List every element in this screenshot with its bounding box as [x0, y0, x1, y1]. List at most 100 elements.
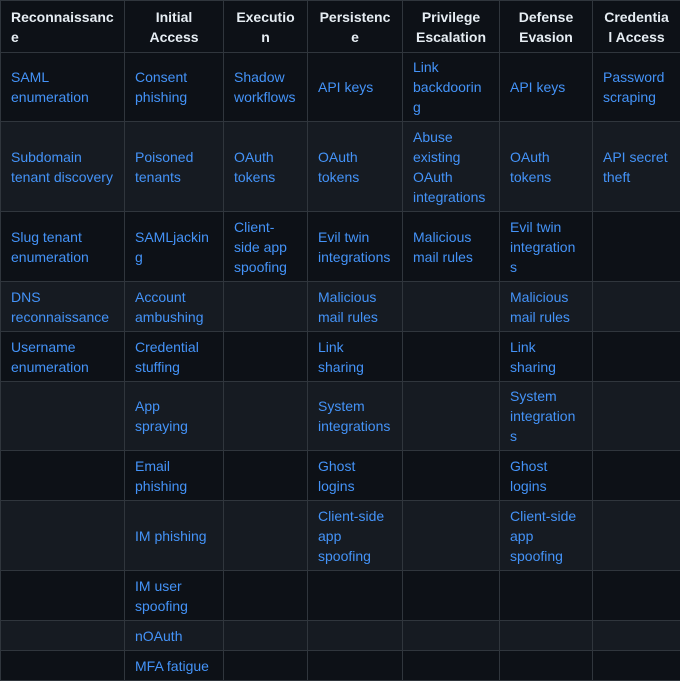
technique-link[interactable]: Slug tenant enumeration	[11, 229, 89, 265]
technique-link[interactable]: Subdomain tenant discovery	[11, 149, 113, 185]
technique-link[interactable]: MFA fatigue	[135, 658, 209, 674]
table-cell: OAuth tokens	[308, 122, 403, 212]
technique-link[interactable]: DNS reconnaissance	[11, 289, 109, 325]
technique-link[interactable]: API keys	[510, 79, 565, 95]
table-row: App spraying System integrations System …	[1, 382, 680, 451]
technique-link[interactable]: Client-side app spoofing	[510, 508, 576, 564]
table-cell: Client-side app spoofing	[224, 212, 308, 282]
table-cell: IM user spoofing	[125, 571, 224, 621]
table-cell	[593, 651, 680, 681]
technique-link[interactable]: Malicious mail rules	[510, 289, 570, 325]
header-row: Reconnaissance Initial Access Execution …	[1, 1, 680, 53]
technique-link[interactable]: nOAuth	[135, 628, 182, 644]
table-cell	[224, 282, 308, 332]
table-cell: Malicious mail rules	[403, 212, 500, 282]
table-cell: OAuth tokens	[500, 122, 593, 212]
table-cell: Credential stuffing	[125, 332, 224, 382]
technique-link[interactable]: IM user spoofing	[135, 578, 188, 614]
technique-link[interactable]: Client-side app spoofing	[234, 219, 287, 275]
table-cell: Malicious mail rules	[308, 282, 403, 332]
column-header-defense-evasion: Defense Evasion	[500, 1, 593, 53]
table-header: Reconnaissance Initial Access Execution …	[1, 1, 680, 53]
table-row: Username enumeration Credential stuffing…	[1, 332, 680, 382]
technique-link[interactable]: Abuse existing OAuth integrations	[413, 129, 485, 205]
technique-link[interactable]: Link sharing	[318, 339, 364, 375]
table-cell	[308, 571, 403, 621]
technique-link[interactable]: SAML enumeration	[11, 69, 89, 105]
technique-link[interactable]: Ghost logins	[510, 458, 547, 494]
technique-link[interactable]: Shadow workflows	[234, 69, 295, 105]
table-row: IM user spoofing	[1, 571, 680, 621]
technique-link[interactable]: Credential stuffing	[135, 339, 199, 375]
table-cell	[308, 621, 403, 651]
technique-link[interactable]: Evil twin integrations	[510, 219, 575, 275]
table-row: MFA fatigue	[1, 651, 680, 681]
table-cell	[224, 382, 308, 451]
table-row: SAML enumeration Consent phishing Shadow…	[1, 53, 680, 122]
table-cell: Email phishing	[125, 451, 224, 501]
table-cell: Ghost logins	[500, 451, 593, 501]
table-cell	[593, 451, 680, 501]
technique-link[interactable]: API keys	[318, 79, 373, 95]
technique-link[interactable]: Link sharing	[510, 339, 556, 375]
table-cell	[593, 282, 680, 332]
table-cell	[224, 501, 308, 571]
table-cell: SAML enumeration	[1, 53, 125, 122]
technique-link[interactable]: Link backdooring	[413, 59, 482, 115]
table-cell	[224, 571, 308, 621]
table-body: SAML enumeration Consent phishing Shadow…	[1, 53, 680, 681]
table-cell	[224, 651, 308, 681]
technique-link[interactable]: Consent phishing	[135, 69, 187, 105]
technique-link[interactable]: Account ambushing	[135, 289, 204, 325]
technique-link[interactable]: OAuth tokens	[234, 149, 275, 185]
technique-link[interactable]: System integrations	[510, 388, 575, 444]
table-cell: Client-side app spoofing	[308, 501, 403, 571]
table-cell	[224, 451, 308, 501]
table-cell	[403, 332, 500, 382]
table-cell	[403, 621, 500, 651]
column-header-persistence: Persistence	[308, 1, 403, 53]
technique-link[interactable]: System integrations	[318, 398, 390, 434]
technique-link[interactable]: Email phishing	[135, 458, 187, 494]
technique-link[interactable]: OAuth tokens	[318, 149, 359, 185]
table-cell	[500, 651, 593, 681]
table-cell	[593, 621, 680, 651]
technique-link[interactable]: SAMLjacking	[135, 229, 209, 265]
technique-link[interactable]: Malicious mail rules	[413, 229, 473, 265]
table-cell	[1, 451, 125, 501]
table-cell: Account ambushing	[125, 282, 224, 332]
technique-link[interactable]: Username enumeration	[11, 339, 89, 375]
technique-link[interactable]: Poisoned tenants	[135, 149, 193, 185]
table-cell: Link backdooring	[403, 53, 500, 122]
table-cell	[224, 332, 308, 382]
table-cell: Username enumeration	[1, 332, 125, 382]
column-header-execution: Execution	[224, 1, 308, 53]
table-cell: App spraying	[125, 382, 224, 451]
table-cell: Poisoned tenants	[125, 122, 224, 212]
table-cell: API keys	[308, 53, 403, 122]
technique-link[interactable]: Ghost logins	[318, 458, 355, 494]
table-cell	[500, 571, 593, 621]
table-cell: Shadow workflows	[224, 53, 308, 122]
table-cell	[1, 382, 125, 451]
table-row: DNS reconnaissance Account ambushing Mal…	[1, 282, 680, 332]
table-cell	[403, 571, 500, 621]
technique-link[interactable]: Password scraping	[603, 69, 664, 105]
technique-link[interactable]: Evil twin integrations	[318, 229, 390, 265]
technique-link[interactable]: Malicious mail rules	[318, 289, 378, 325]
attack-matrix-table: Reconnaissance Initial Access Execution …	[0, 0, 680, 681]
technique-link[interactable]: OAuth tokens	[510, 149, 551, 185]
column-header-privilege-escalation: Privilege Escalation	[403, 1, 500, 53]
technique-link[interactable]: IM phishing	[135, 528, 207, 544]
table-row: nOAuth	[1, 621, 680, 651]
table-cell	[403, 651, 500, 681]
column-header-initial-access: Initial Access	[125, 1, 224, 53]
technique-link[interactable]: Client-side app spoofing	[318, 508, 384, 564]
technique-link[interactable]: App spraying	[135, 398, 188, 434]
table-cell: Abuse existing OAuth integrations	[403, 122, 500, 212]
table-cell	[593, 332, 680, 382]
technique-link[interactable]: API secret theft	[603, 149, 668, 185]
table-cell: IM phishing	[125, 501, 224, 571]
table-cell: DNS reconnaissance	[1, 282, 125, 332]
table-cell	[403, 382, 500, 451]
